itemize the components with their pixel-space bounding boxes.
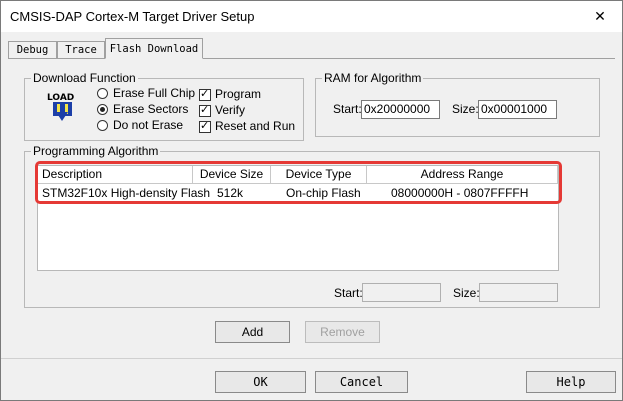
add-button[interactable]: Add — [215, 321, 290, 343]
ok-button-label: OK — [253, 375, 268, 389]
reset-and-run-label: Reset and Run — [215, 119, 296, 133]
remove-button[interactable]: Remove — [305, 321, 380, 343]
erase-full-chip-label: Erase Full Chip — [113, 86, 196, 100]
table-row[interactable]: STM32F10x High-density Flash 512k On-chi… — [38, 184, 558, 202]
ram-size-label: Size: — [452, 102, 479, 116]
cell-address-range: 08000000H - 0807FFFFH — [391, 186, 529, 200]
algorithm-size-label: Size: — [453, 286, 480, 300]
tab-trace-label: Trace — [65, 44, 97, 56]
load-icon-text: LOAD — [47, 93, 74, 103]
cancel-button-label: Cancel — [339, 375, 384, 389]
column-header-address-range[interactable]: Address Range — [367, 166, 558, 184]
cell-description: STM32F10x High-density Flash — [42, 186, 211, 200]
ram-start-input[interactable]: 0x20000000 — [361, 100, 440, 119]
column-header-description[interactable]: Description — [38, 166, 193, 184]
help-button[interactable]: Help — [526, 371, 616, 393]
tab-flash-download[interactable]: Flash Download — [105, 38, 203, 59]
column-device-size-label: Device Size — [199, 167, 264, 181]
program-label: Program — [215, 87, 262, 101]
close-icon: ✕ — [594, 8, 606, 24]
tab-debug[interactable]: Debug — [8, 41, 57, 58]
title-bar: CMSIS-DAP Cortex-M Target Driver Setup ✕ — [1, 1, 622, 32]
close-button[interactable]: ✕ — [578, 1, 622, 32]
checkbox-verify[interactable]: ✓ — [199, 104, 211, 117]
ok-button[interactable]: OK — [215, 371, 306, 393]
radio-erase-full-chip[interactable] — [97, 88, 108, 99]
ram-start-label: Start: — [333, 102, 362, 116]
check-icon: ✓ — [200, 88, 210, 100]
check-icon: ✓ — [200, 104, 210, 116]
download-function-label: Download Function — [31, 71, 138, 85]
radio-do-not-erase[interactable] — [97, 120, 108, 131]
remove-button-label: Remove — [320, 325, 365, 339]
load-icon: LOAD — [46, 90, 79, 122]
checkbox-program[interactable]: ✓ — [199, 88, 211, 101]
tab-strip-border — [8, 58, 615, 59]
do-not-erase-label: Do not Erase — [113, 118, 184, 132]
erase-sectors-label: Erase Sectors — [113, 102, 189, 116]
ram-for-algorithm-label: RAM for Algorithm — [322, 71, 424, 85]
ram-size-input[interactable]: 0x00001000 — [478, 100, 557, 119]
cell-device-type: On-chip Flash — [286, 186, 361, 200]
column-header-device-size[interactable]: Device Size — [193, 166, 271, 184]
cell-device-size: 512k — [217, 186, 244, 200]
radio-erase-sectors[interactable] — [97, 104, 108, 115]
separator — [1, 358, 622, 359]
column-description-label: Description — [42, 167, 103, 181]
dialog-window: CMSIS-DAP Cortex-M Target Driver Setup ✕… — [0, 0, 623, 401]
programming-algorithm-label: Programming Algorithm — [31, 144, 161, 158]
cancel-button[interactable]: Cancel — [315, 371, 408, 393]
tab-flash-download-label: Flash Download — [109, 42, 199, 55]
checkbox-reset-and-run[interactable]: ✓ — [199, 120, 211, 133]
algorithm-start-label: Start: — [334, 286, 363, 300]
check-icon: ✓ — [200, 120, 210, 132]
add-button-label: Add — [241, 325, 264, 339]
column-header-device-type[interactable]: Device Type — [271, 166, 367, 184]
tab-trace[interactable]: Trace — [57, 41, 105, 58]
help-button-label: Help — [556, 375, 586, 389]
verify-label: Verify — [215, 103, 246, 117]
window-title: CMSIS-DAP Cortex-M Target Driver Setup — [10, 9, 255, 24]
algorithm-size-input[interactable] — [479, 283, 558, 302]
algorithm-start-input[interactable] — [362, 283, 441, 302]
tab-debug-label: Debug — [16, 44, 49, 56]
column-device-type-label: Device Type — [285, 167, 352, 181]
column-address-range-label: Address Range — [420, 167, 504, 181]
algorithm-list[interactable]: Description Device Size Device Type Addr… — [37, 165, 559, 271]
